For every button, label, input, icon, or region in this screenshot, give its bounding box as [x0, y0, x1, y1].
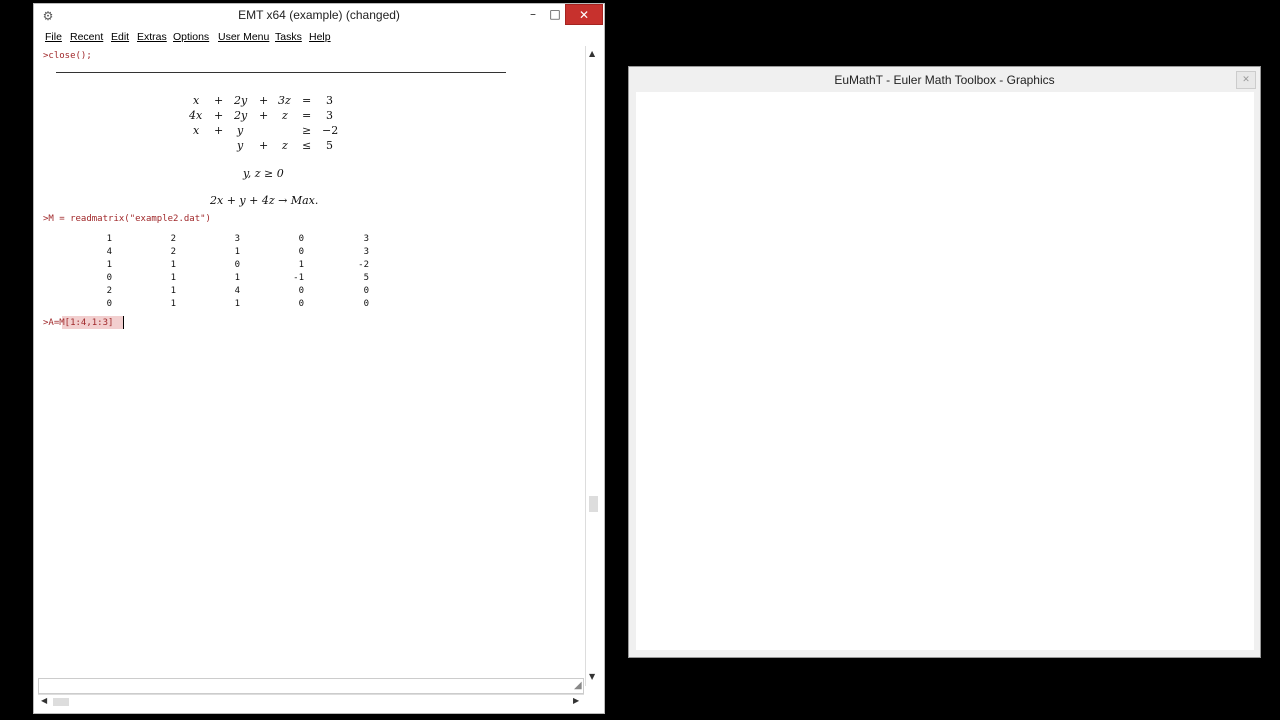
matrix-cell: 0 [298, 234, 304, 244]
relation: = [302, 94, 312, 107]
menu-recent[interactable]: Recent [70, 31, 103, 43]
scroll-right-icon[interactable]: ▶ [573, 696, 579, 705]
matrix-cell: 3 [363, 247, 369, 257]
operator: + [214, 94, 224, 107]
matrix-cell: 0 [298, 299, 304, 309]
nonneg-condition: y, z ≥ 0 [243, 167, 284, 180]
command-close[interactable]: >close(); [43, 51, 92, 61]
matrix-cell: 1 [234, 299, 240, 309]
scroll-up-icon[interactable]: ▲ [589, 49, 595, 58]
matrix-cell: 3 [363, 234, 369, 244]
matrix-cell: 0 [234, 260, 240, 270]
matrix-cell: 1 [234, 273, 240, 283]
term: 2y [234, 109, 248, 122]
horizontal-scrollbar[interactable]: ◀ ▶ [38, 694, 584, 709]
rhs: 3 [326, 94, 333, 107]
graphics-canvas[interactable] [636, 92, 1254, 650]
matrix-cell: 0 [363, 299, 369, 309]
operator: + [259, 139, 269, 152]
graphics-close-button[interactable]: ✕ [1236, 71, 1256, 89]
matrix-cell: 1 [106, 260, 112, 270]
menu-options[interactable]: Options [173, 31, 209, 43]
operator: + [259, 94, 269, 107]
operator: + [214, 109, 224, 122]
matrix-cell: 4 [234, 286, 240, 296]
rhs: 5 [326, 139, 333, 152]
emt-main-window: ⚙ EMT x64 (example) (changed) – □ ✕ File… [33, 3, 605, 714]
term: z [282, 109, 288, 122]
scroll-thumb[interactable] [589, 496, 598, 512]
matrix-cell: 0 [106, 299, 112, 309]
term: x [193, 94, 200, 107]
rhs: −2 [322, 124, 339, 137]
term: z [282, 139, 288, 152]
matrix-cell: 5 [363, 273, 369, 283]
matrix-cell: 1 [170, 286, 176, 296]
maximize-button[interactable]: □ [543, 4, 567, 24]
matrix-cell: 2 [106, 286, 112, 296]
matrix-cell: 1 [298, 260, 304, 270]
matrix-cell: 1 [170, 299, 176, 309]
term: 2y [234, 94, 248, 107]
graphics-window-title: EuMathT - Euler Math Toolbox - Graphics [834, 73, 1055, 87]
matrix-cell: 2 [170, 234, 176, 244]
term: y [237, 124, 244, 137]
command-input-current[interactable]: >A=M[1:4,1:3] [43, 318, 113, 328]
objective-function: 2x + y + 4z → Max. [210, 194, 319, 207]
minimize-button[interactable]: – [521, 4, 545, 24]
matrix-cell: 0 [106, 273, 112, 283]
term: 4x [189, 109, 203, 122]
vertical-scrollbar[interactable]: ▲ ▼ [585, 46, 602, 686]
scroll-down-icon[interactable]: ▼ [589, 672, 595, 681]
relation: = [302, 109, 312, 122]
matrix-cell: 1 [106, 234, 112, 244]
resize-grip-icon[interactable]: ◢ [574, 680, 582, 691]
command-readmatrix[interactable]: >M = readmatrix("example2.dat") [43, 214, 211, 224]
relation: ≥ [302, 124, 312, 137]
matrix-cell: 1 [234, 247, 240, 257]
scroll-thumb-horizontal[interactable] [53, 698, 69, 706]
matrix-cell: 4 [106, 247, 112, 257]
matrix-cell: 2 [170, 247, 176, 257]
menu-user-menu[interactable]: User Menu [218, 31, 269, 43]
matrix-cell: -2 [358, 260, 369, 270]
term: x [193, 124, 200, 137]
status-input-field[interactable] [38, 678, 584, 694]
close-button[interactable]: ✕ [565, 4, 603, 25]
menu-bar: File Recent Edit Extras Options User Men… [34, 28, 604, 46]
scroll-left-icon[interactable]: ◀ [41, 696, 47, 705]
matrix-cell: 0 [298, 286, 304, 296]
matrix-cell: 3 [234, 234, 240, 244]
relation: ≤ [302, 139, 312, 152]
operator: + [214, 124, 224, 137]
menu-file[interactable]: File [45, 31, 62, 43]
title-bar[interactable]: ⚙ EMT x64 (example) (changed) – □ ✕ [34, 4, 604, 28]
menu-tasks[interactable]: Tasks [275, 31, 302, 43]
matrix-cell: 1 [170, 260, 176, 270]
text-cursor [123, 316, 124, 329]
matrix-cell: 0 [363, 286, 369, 296]
matrix-cell: 0 [298, 247, 304, 257]
divider-line [56, 72, 506, 73]
menu-help[interactable]: Help [309, 31, 331, 43]
matrix-cell: 1 [170, 273, 176, 283]
term: 3z [278, 94, 291, 107]
window-title: EMT x64 (example) (changed) [238, 8, 400, 22]
matrix-cell: -1 [293, 273, 304, 283]
operator: + [259, 109, 269, 122]
notebook-content[interactable]: >close(); x + 2y + 3z = 3 4x + 2y + z = … [38, 46, 586, 678]
menu-extras[interactable]: Extras [137, 31, 167, 43]
rhs: 3 [326, 109, 333, 122]
graphics-window: EuMathT - Euler Math Toolbox - Graphics … [628, 66, 1261, 658]
term: y [237, 139, 244, 152]
menu-edit[interactable]: Edit [111, 31, 129, 43]
